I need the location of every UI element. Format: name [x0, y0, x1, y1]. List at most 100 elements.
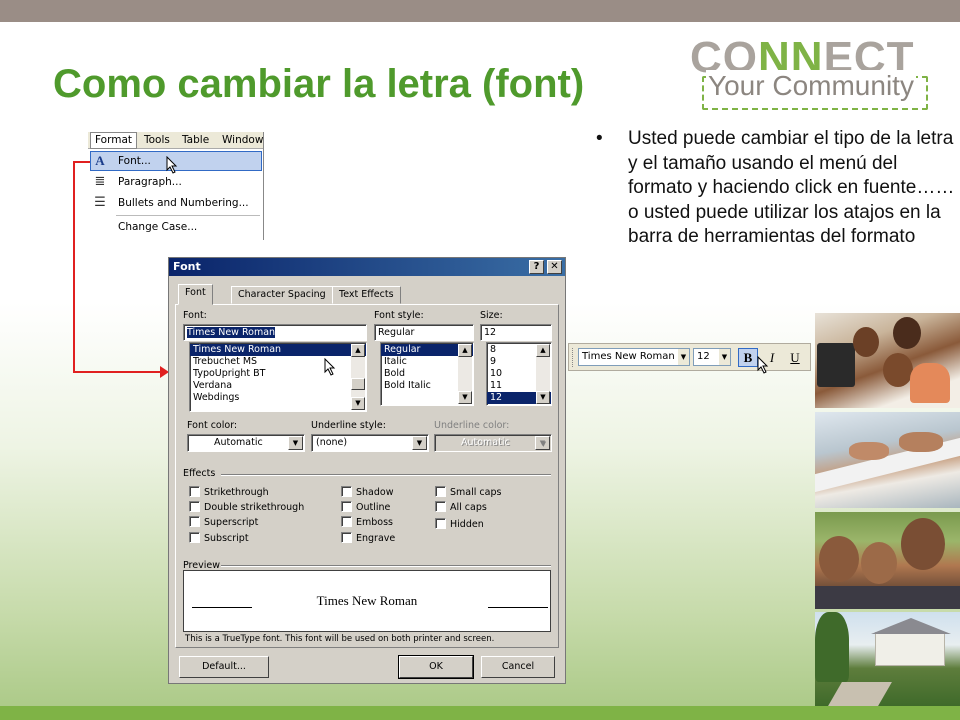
font-style-field[interactable]: Regular — [374, 324, 474, 341]
bullet-marker: • — [596, 128, 603, 149]
slide-title: Como cambiar la letra (font) — [53, 62, 585, 106]
person-shape — [883, 353, 913, 387]
list-item[interactable]: TypoUpright BT — [190, 368, 366, 380]
list-item[interactable]: Webdings — [190, 392, 366, 404]
checkbox-superscript[interactable]: Superscript — [189, 516, 258, 529]
path-shape — [828, 682, 892, 706]
checkbox-engrave[interactable]: Engrave — [341, 532, 395, 545]
underline-style-select[interactable]: (none) ▼ — [311, 434, 429, 452]
laptop-shape — [817, 343, 855, 387]
scroll-down-icon[interactable]: ▼ — [351, 397, 365, 410]
font-style-list[interactable]: Regular Italic Bold Bold Italic ▲ ▼ — [380, 342, 474, 406]
divider — [221, 474, 551, 476]
toolbar-grip[interactable] — [572, 348, 575, 367]
font-style-label: Font style: — [374, 310, 424, 321]
divider — [221, 565, 551, 567]
menu-tools[interactable]: Tools — [144, 134, 170, 146]
size-field[interactable]: 12 — [480, 324, 552, 341]
underline-style-label: Underline style: — [311, 420, 386, 431]
scroll-up-icon[interactable]: ▲ — [536, 344, 550, 357]
scrollbar[interactable]: ▲ ▼ — [351, 344, 365, 410]
menu-item-bullets[interactable]: Bullets and Numbering... — [118, 193, 249, 213]
bottom-bar — [0, 706, 960, 720]
chevron-down-icon[interactable]: ▼ — [719, 349, 730, 365]
checkbox-shadow[interactable]: Shadow — [341, 486, 394, 499]
font-dialog: Font ? ✕ Font Character Spacing Text Eff… — [168, 257, 566, 684]
scrollbar[interactable]: ▲ ▼ — [458, 344, 472, 404]
scroll-up-icon[interactable]: ▲ — [458, 344, 472, 357]
roof-shape — [871, 618, 951, 634]
checkbox-emboss[interactable]: Emboss — [341, 516, 393, 529]
scroll-down-icon[interactable]: ▼ — [458, 391, 472, 404]
checkbox-subscript[interactable]: Subscript — [189, 532, 249, 545]
chevron-down-icon[interactable]: ▼ — [678, 349, 689, 365]
list-item[interactable]: Trebuchet MS — [190, 356, 366, 368]
menu-window[interactable]: Window — [222, 134, 263, 146]
connector-line — [73, 371, 161, 373]
family-laptop-photo — [815, 313, 960, 408]
underline-color-label: Underline color: — [434, 420, 510, 431]
connect-logo: CONNECT Your Community — [686, 36, 942, 114]
size-label: Size: — [480, 310, 503, 321]
truetype-note: This is a TrueType font. This font will … — [185, 634, 495, 644]
close-button[interactable]: ✕ — [547, 260, 562, 274]
ok-button[interactable]: OK — [398, 655, 474, 679]
typing-hands-photo — [815, 412, 960, 508]
list-item[interactable]: Verdana — [190, 380, 366, 392]
chevron-down-icon: ▼ — [535, 436, 550, 450]
toolbar-font-select[interactable]: Times New Roman ▼ — [578, 348, 690, 366]
scrollbar[interactable]: ▲ ▼ — [536, 344, 550, 404]
menu-item-font[interactable]: Font... — [118, 151, 151, 171]
menu-item-change-case[interactable]: Change Case... — [118, 217, 197, 237]
clothing-shape — [815, 586, 960, 609]
scroll-up-icon[interactable]: ▲ — [351, 344, 365, 357]
toolbar-size-select[interactable]: 12 ▼ — [693, 348, 731, 366]
list-item[interactable]: Times New Roman — [190, 344, 366, 356]
preview-box: Times New Roman — [183, 570, 551, 632]
effects-label: Effects — [183, 468, 216, 479]
hand-shape — [849, 442, 889, 460]
mouse-cursor-icon — [324, 358, 336, 376]
bullet-paragraph: • Usted puede cambiar el tipo de la letr… — [596, 127, 958, 250]
formatting-toolbar: Times New Roman ▼ 12 ▼ B I U — [568, 343, 811, 374]
checkbox-small-caps[interactable]: Small caps — [435, 486, 501, 499]
bullets-icon: ☰ — [94, 195, 106, 210]
size-list[interactable]: 8 9 10 11 12 ▲ ▼ — [486, 342, 552, 406]
checkbox-strikethrough[interactable]: Strikethrough — [189, 486, 269, 499]
checkbox-hidden[interactable]: Hidden — [435, 518, 484, 531]
house-shape — [875, 632, 945, 666]
tab-text-effects[interactable]: Text Effects — [332, 286, 401, 304]
menu-table[interactable]: Table — [182, 134, 209, 146]
smiling-family-photo — [815, 512, 960, 609]
menu-format[interactable]: Format — [90, 132, 138, 149]
checkbox-double-strikethrough[interactable]: Double strikethrough — [189, 501, 304, 514]
preview-rule — [488, 607, 548, 608]
scroll-down-icon[interactable]: ▼ — [536, 391, 550, 404]
mouse-cursor-icon — [757, 356, 769, 374]
tab-character-spacing[interactable]: Character Spacing — [231, 286, 333, 304]
person-shape — [901, 518, 945, 570]
font-name-list[interactable]: Times New Roman Trebuchet MS TypoUpright… — [189, 342, 367, 412]
top-bar — [0, 0, 960, 22]
scroll-thumb[interactable] — [351, 378, 365, 390]
person-shape — [819, 536, 859, 582]
chevron-down-icon[interactable]: ▼ — [288, 436, 303, 450]
font-name-field[interactable]: Times New Roman — [183, 324, 367, 341]
menu-item-paragraph[interactable]: Paragraph... — [118, 172, 182, 192]
checkbox-all-caps[interactable]: All caps — [435, 501, 487, 514]
underline-button[interactable]: U — [785, 348, 805, 367]
connector-line — [73, 161, 75, 373]
font-color-select[interactable]: Automatic ▼ — [187, 434, 305, 452]
dialog-titlebar: Font ? ✕ — [169, 258, 565, 276]
checkbox-outline[interactable]: Outline — [341, 501, 390, 514]
menu-separator — [116, 215, 260, 216]
chevron-down-icon[interactable]: ▼ — [412, 436, 427, 450]
bold-button[interactable]: B — [738, 348, 758, 367]
person-shape — [910, 363, 950, 403]
house-street-photo — [815, 612, 960, 706]
default-button[interactable]: Default... — [179, 656, 269, 678]
tab-font[interactable]: Font — [178, 284, 213, 305]
cancel-button[interactable]: Cancel — [481, 656, 555, 678]
paragraph-icon: ≣ — [94, 174, 106, 189]
help-button[interactable]: ? — [529, 260, 544, 274]
